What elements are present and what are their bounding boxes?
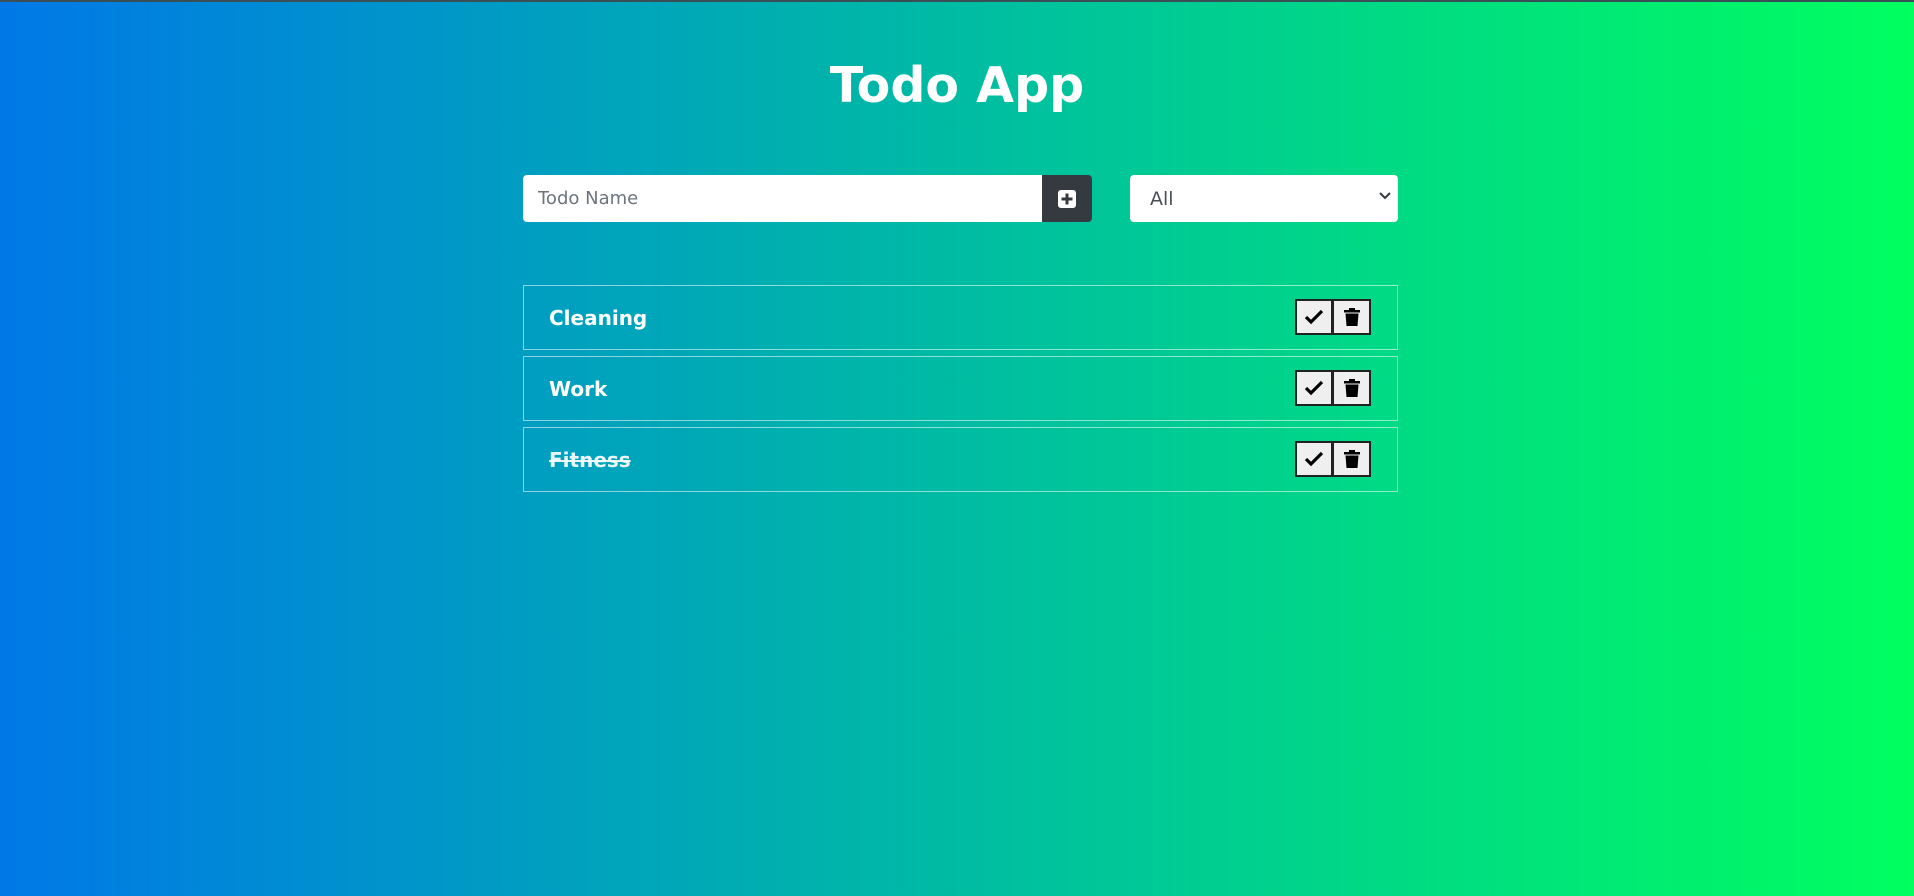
complete-button[interactable] — [1295, 441, 1333, 477]
trash-icon — [1343, 450, 1360, 468]
check-icon — [1304, 309, 1324, 325]
todo-name-input[interactable] — [523, 175, 1042, 222]
add-todo-button[interactable] — [1042, 175, 1092, 222]
top-border — [0, 0, 1914, 2]
todo-item: Fitness — [523, 427, 1398, 492]
delete-button[interactable] — [1333, 299, 1371, 335]
todo-item-label: Cleaning — [549, 305, 648, 330]
todo-item-label: Fitness — [549, 447, 631, 472]
todo-item-label: Work — [549, 376, 608, 401]
delete-button[interactable] — [1333, 441, 1371, 477]
page-title: Todo App — [829, 57, 1085, 114]
todo-item: Cleaning — [523, 285, 1398, 350]
add-todo-form — [523, 175, 1092, 222]
todo-item: Work — [523, 356, 1398, 421]
check-icon — [1304, 380, 1324, 396]
complete-button[interactable] — [1295, 370, 1333, 406]
complete-button[interactable] — [1295, 299, 1333, 335]
trash-icon — [1343, 308, 1360, 326]
check-icon — [1304, 451, 1324, 467]
todo-item-actions — [1295, 370, 1371, 406]
todo-item-actions — [1295, 441, 1371, 477]
delete-button[interactable] — [1333, 370, 1371, 406]
plus-square-icon — [1058, 189, 1076, 208]
filter-selected-value: All — [1150, 187, 1174, 210]
trash-icon — [1343, 379, 1360, 397]
filter-select[interactable]: All — [1130, 175, 1398, 222]
todo-list: Cleaning Work Fitness — [523, 285, 1398, 498]
todo-item-actions — [1295, 299, 1371, 335]
chevron-down-icon — [1379, 192, 1391, 200]
